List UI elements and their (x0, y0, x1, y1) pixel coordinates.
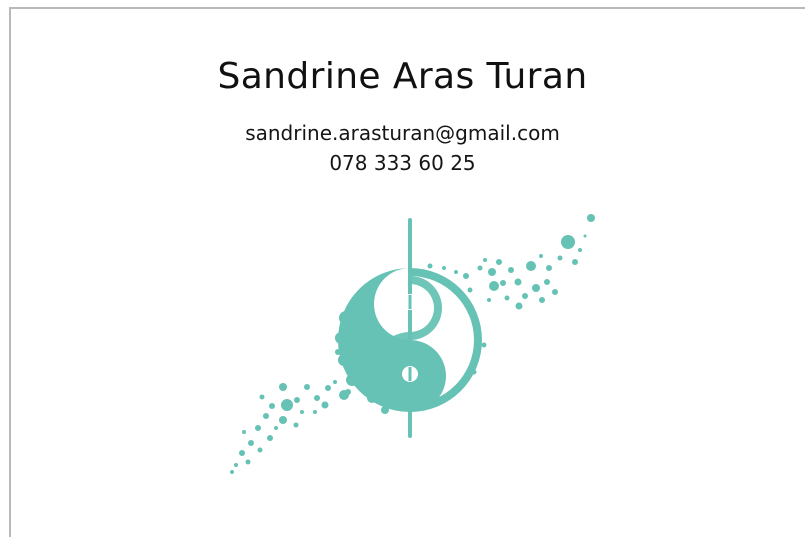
person-name: Sandrine Aras Turan (217, 56, 588, 97)
phone-number: 078 333 60 25 (329, 151, 476, 175)
yin-yang-splatter-icon (230, 214, 595, 474)
email-address: sandrine.arasturan@gmail.com (245, 121, 560, 145)
